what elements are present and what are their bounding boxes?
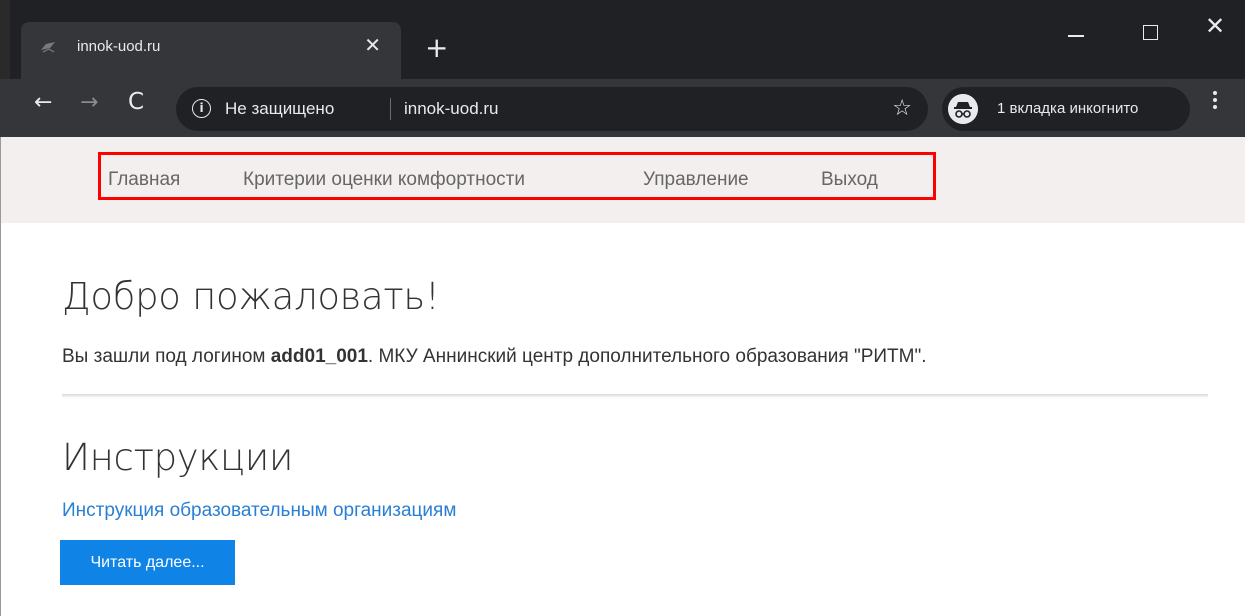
window-maximize-button[interactable] bbox=[1143, 25, 1158, 40]
tab-close-icon[interactable]: ✕ bbox=[364, 36, 381, 56]
site-favicon-icon bbox=[41, 42, 55, 53]
nav-link-management[interactable]: Управление bbox=[643, 169, 749, 191]
forward-icon[interactable]: → bbox=[80, 92, 98, 114]
page-content: Главная Критерии оценки комфортности Упр… bbox=[0, 137, 1245, 616]
info-icon[interactable]: i bbox=[192, 99, 211, 118]
login-info: Вы зашли под логином add01_001. МКУ Анни… bbox=[62, 346, 927, 368]
tab-title: innok-uod.ru bbox=[77, 38, 161, 55]
new-tab-icon[interactable]: + bbox=[425, 34, 448, 62]
address-bar[interactable]: i Не защищено innok-uod.ru ☆ bbox=[176, 87, 928, 131]
site-navbar: Главная Критерии оценки комфортности Упр… bbox=[1, 137, 1245, 223]
login-name: add01_001 bbox=[270, 346, 368, 367]
welcome-title: Добро пожаловать! bbox=[62, 275, 440, 318]
window-edge bbox=[0, 0, 10, 79]
address-divider bbox=[390, 98, 391, 120]
instructions-title: Инструкции bbox=[62, 436, 294, 479]
back-icon[interactable]: ← bbox=[34, 92, 52, 114]
browser-toolbar: ← → C i Не защищено innok-uod.ru ☆ 1 вкл… bbox=[0, 79, 1245, 137]
login-prefix: Вы зашли под логином bbox=[62, 346, 271, 367]
nav-link-home[interactable]: Главная bbox=[108, 169, 180, 191]
browser-tab[interactable]: innok-uod.ru ✕ bbox=[21, 22, 401, 79]
bookmark-star-icon[interactable]: ☆ bbox=[892, 96, 912, 121]
url-text[interactable]: innok-uod.ru bbox=[404, 99, 499, 119]
read-more-button[interactable]: Читать далее... bbox=[60, 540, 235, 585]
incognito-label: 1 вкладка инкогнито bbox=[997, 100, 1139, 117]
window-minimize-button[interactable] bbox=[1068, 35, 1084, 37]
incognito-indicator[interactable]: 1 вкладка инкогнито bbox=[942, 87, 1190, 131]
nav-link-logout[interactable]: Выход bbox=[821, 169, 878, 191]
security-label[interactable]: Не защищено bbox=[225, 99, 334, 119]
browser-menu-icon[interactable] bbox=[1213, 91, 1218, 112]
section-divider bbox=[62, 394, 1208, 398]
incognito-icon bbox=[948, 94, 978, 124]
instructions-link[interactable]: Инструкция образовательным организациям bbox=[62, 500, 456, 522]
reload-icon[interactable]: C bbox=[128, 91, 144, 114]
login-suffix: . МКУ Аннинский центр дополнительного об… bbox=[367, 346, 927, 367]
browser-tabstrip: innok-uod.ru ✕ + ✕ bbox=[0, 0, 1245, 79]
nav-link-criteria[interactable]: Критерии оценки комфортности bbox=[243, 169, 525, 191]
window-close-button[interactable]: ✕ bbox=[1205, 14, 1225, 38]
